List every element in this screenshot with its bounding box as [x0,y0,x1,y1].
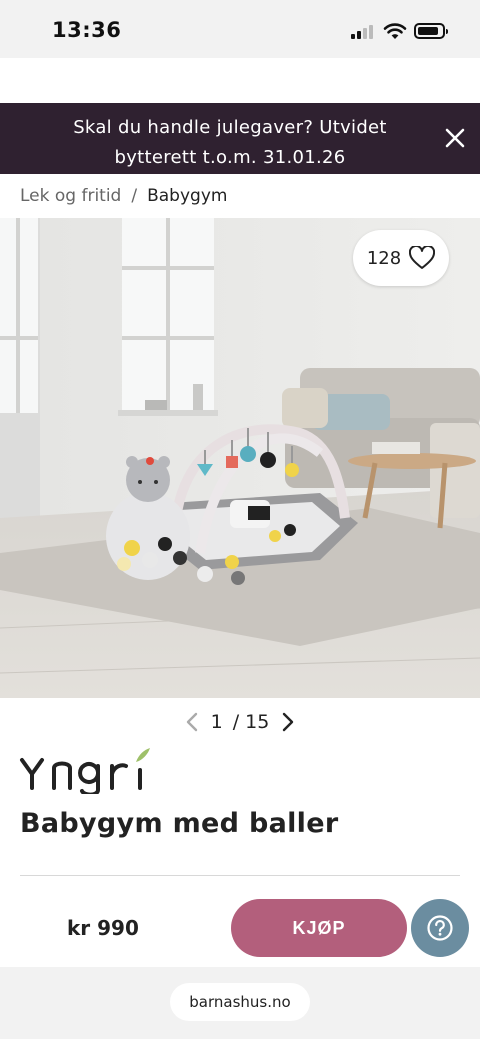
promo-text: Skal du handle julegaver? Utvidet bytter… [73,117,387,168]
cellular-signal-icon [351,25,373,39]
product-image[interactable] [0,218,480,698]
previous-image-button[interactable] [183,711,201,733]
product-title: Babygym med baller [20,808,339,839]
product-price: kr 990 [67,916,139,940]
chevron-right-icon [283,712,294,732]
breadcrumb-separator: / [131,186,138,206]
buy-button[interactable]: KJØP [231,899,407,957]
buy-bar: kr 990 KJØP [0,896,480,967]
status-time: 13:36 [52,18,122,42]
help-button[interactable] [411,899,469,957]
close-icon[interactable] [442,125,468,151]
status-bar: 13:36 [0,0,480,58]
page: Skal du handle julegaver? Utvidet bytter… [0,58,480,967]
address-bar[interactable]: barnashus.no [170,983,310,1021]
promo-banner: Skal du handle julegaver? Utvidet bytter… [0,103,480,174]
breadcrumb: Lek og fritid / Babygym [20,186,227,206]
gallery-pager: 1 / 15 [0,711,480,733]
battery-icon [414,23,448,39]
wifi-icon [383,23,407,39]
favorite-button[interactable]: 128 [353,230,449,286]
breadcrumb-current: Babygym [147,186,228,206]
browser-bar: barnashus.no [0,967,480,1039]
current-image-number: 1 [210,711,223,733]
like-count: 128 [366,247,402,269]
total-images: / 15 [232,711,270,733]
breadcrumb-parent-link[interactable]: Lek og fritid [20,186,121,206]
question-mark-icon [427,915,453,941]
next-image-button[interactable] [279,711,297,733]
brand-logo[interactable] [18,746,154,794]
divider [20,875,460,876]
chevron-left-icon [186,712,197,732]
heart-icon [409,246,436,269]
